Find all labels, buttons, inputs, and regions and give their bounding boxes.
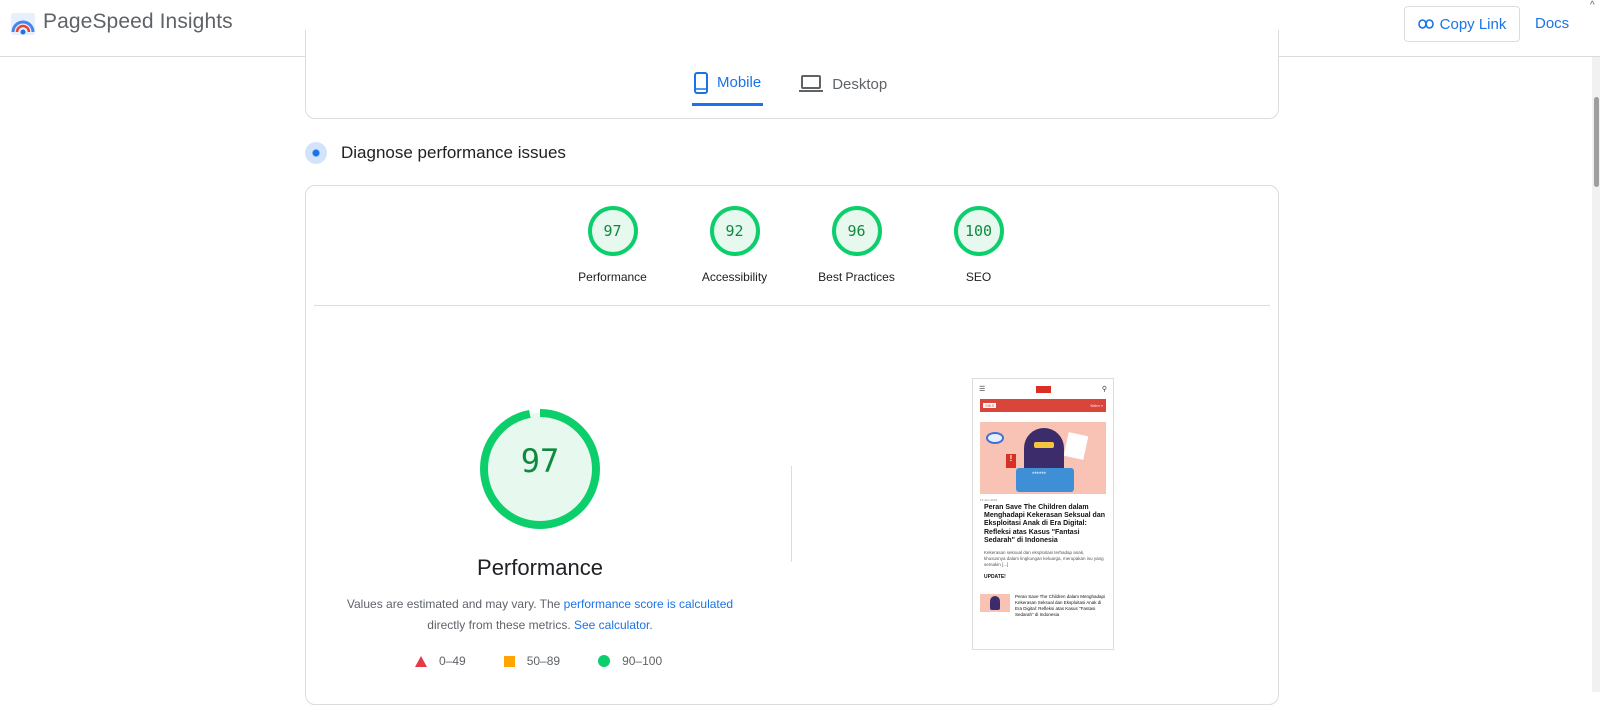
- description-text: directly from these metrics.: [427, 618, 574, 632]
- tab-mobile[interactable]: Mobile: [692, 62, 764, 106]
- performance-score-link[interactable]: performance score is calculated: [564, 597, 733, 611]
- copy-link-label: Copy Link: [1439, 15, 1507, 33]
- gauge-seo[interactable]: 100 SEO: [931, 206, 1026, 284]
- related-article-title: Peran Save The Children dalam Menghadapi…: [1015, 594, 1105, 618]
- section-divider: [314, 305, 1270, 306]
- performance-title: Performance: [477, 555, 603, 580]
- see-calculator-link[interactable]: See calculator.: [574, 618, 653, 632]
- article-excerpt: Kekerasan seksual dan eksploitasi terhad…: [984, 550, 1104, 568]
- laptop-icon: [799, 75, 824, 92]
- update-label: UPDATE!: [984, 574, 1006, 581]
- triangle-icon: [415, 655, 427, 667]
- square-icon: [503, 655, 515, 667]
- document-illustration: [1063, 432, 1089, 460]
- tab-mobile-label: Mobile: [717, 74, 762, 91]
- alert-icon: !: [1006, 454, 1016, 468]
- gauge-accessibility[interactable]: 92 Accessibility: [687, 206, 782, 284]
- gauge-label: Best Practices: [818, 270, 895, 284]
- laptop-illustration: ******: [1016, 468, 1074, 492]
- app-title[interactable]: PageSpeed Insights: [43, 10, 233, 34]
- legend-range: 90–100: [622, 654, 663, 668]
- gauge-score: 96: [831, 206, 882, 256]
- legend-range: 50–89: [526, 654, 561, 668]
- tab-desktop-label: Desktop: [832, 75, 888, 93]
- hacker-mask: [1034, 442, 1054, 448]
- gauge-label: Accessibility: [701, 270, 768, 284]
- article-title: Peran Save The Children dalam Menghadapi…: [984, 504, 1105, 544]
- related-article-thumb: [980, 594, 1010, 613]
- scrollbar-thumb[interactable]: [1594, 97, 1599, 187]
- eye-icon: [986, 432, 1004, 444]
- link-icon: [1417, 19, 1434, 29]
- gauge-score: 92: [709, 206, 760, 256]
- copy-link-button[interactable]: Copy Link: [1404, 6, 1520, 42]
- gauge-best-practices[interactable]: 96 Best Practices: [809, 206, 904, 284]
- gauge-performance[interactable]: 97 Performance: [565, 206, 660, 284]
- menu-icon: ☰: [979, 386, 986, 393]
- diagnose-icon: [305, 142, 327, 164]
- screenshot-header: ☰ ⚲: [973, 379, 1113, 399]
- screenshot-nav-bar: SIKS Kirim »: [980, 399, 1106, 412]
- screenshot-bar-left: SIKS: [983, 403, 997, 408]
- score-legend: 0–49 50–89 90–100: [415, 654, 662, 668]
- docs-link[interactable]: Docs: [1535, 15, 1569, 32]
- article-hero-image: ****** !: [980, 422, 1106, 494]
- gauge-score: 97: [587, 206, 638, 256]
- diagnose-title: Diagnose performance issues: [341, 143, 566, 162]
- page-screenshot: ☰ ⚲ SIKS Kirim » ****** ! 13 Juni 2024 P…: [972, 378, 1114, 650]
- device-tabs: Mobile Desktop: [692, 62, 889, 106]
- search-icon: ⚲: [1101, 386, 1107, 393]
- performance-score: 97: [520, 442, 560, 480]
- diagnose-section-header: Diagnose performance issues: [305, 142, 566, 164]
- vertical-divider: [791, 466, 792, 562]
- legend-average: 50–89: [503, 654, 561, 668]
- category-gauges: 97 Performance 92 Accessibility 96 Best …: [565, 206, 1026, 284]
- description-text: Values are estimated and may vary. The: [346, 597, 564, 611]
- related-article: Peran Save The Children dalam Menghadapi…: [980, 594, 1106, 618]
- tab-desktop[interactable]: Desktop: [797, 62, 889, 106]
- gauge-label: SEO: [965, 270, 992, 284]
- smartphone-icon: [694, 71, 708, 94]
- site-logo: [1036, 385, 1052, 393]
- password-mask: ******: [1032, 472, 1047, 478]
- legend-range: 0–49: [439, 654, 466, 668]
- legend-pass: 90–100: [598, 654, 662, 668]
- circle-icon: [598, 655, 611, 667]
- pagespeed-logo-icon: [11, 13, 35, 35]
- performance-description: Values are estimated and may vary. The p…: [330, 594, 750, 636]
- legend-fail: 0–49: [415, 654, 466, 668]
- screenshot-bar-right: Kirim »: [1090, 403, 1103, 408]
- article-date: 13 Juni 2024: [980, 498, 998, 502]
- chevron-up-icon[interactable]: ^: [1590, 0, 1595, 11]
- gauge-label: Performance: [578, 270, 647, 284]
- gauge-score: 100: [953, 206, 1004, 256]
